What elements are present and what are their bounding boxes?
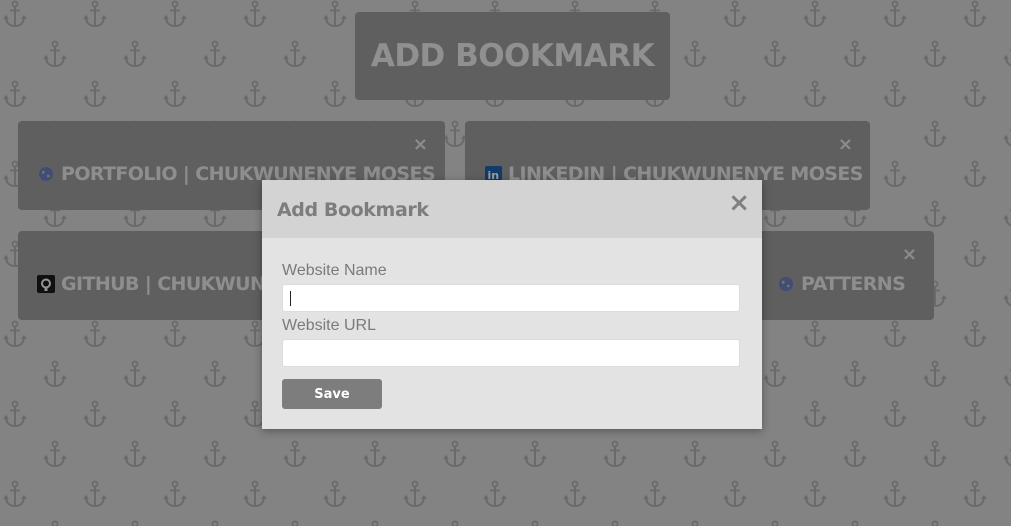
close-icon[interactable]: ×: [728, 190, 750, 216]
website-url-label: Website URL: [282, 317, 376, 334]
text-caret: [290, 291, 291, 306]
modal-header: Add Bookmark ×: [262, 180, 762, 238]
website-name-input[interactable]: [282, 284, 740, 312]
website-url-input[interactable]: [282, 339, 740, 367]
website-name-label: Website Name: [282, 262, 387, 279]
bookmark-page: ADD BOOKMARK × PORTFOLIO | CHUKWUNENYE M…: [0, 0, 1011, 526]
save-button[interactable]: Save: [282, 379, 382, 409]
modal-title: Add Bookmark: [277, 199, 429, 221]
add-bookmark-modal: Add Bookmark × Website Name Website URL …: [262, 180, 762, 429]
